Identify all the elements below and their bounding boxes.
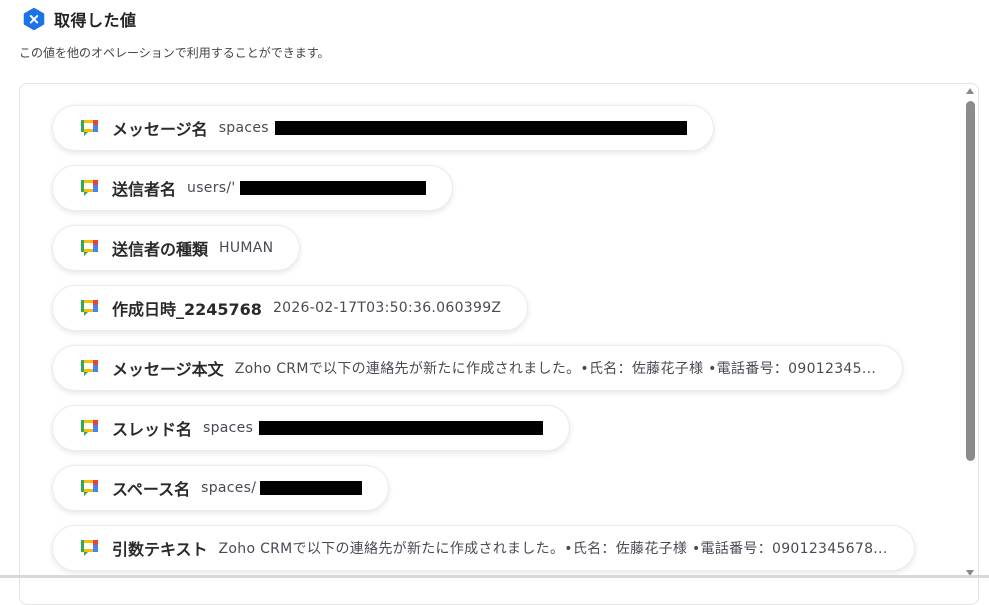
value-text: users/' [187, 180, 236, 196]
values-panel: メッセージ名 spaces 送信者名 users/' 送信者の種類 HUMAN [19, 83, 979, 605]
value-chip-space-name[interactable]: スペース名 spaces/ [52, 465, 390, 511]
value-chip-sender-name[interactable]: 送信者名 users/' [52, 165, 453, 211]
value-chip-argument-text[interactable]: 引数テキスト Zoho CRMで以下の連絡先が新たに作成されました。•氏名：佐藤… [52, 525, 915, 571]
value-text: spaces/ [201, 480, 257, 496]
value-text: 2026-02-17T03:50:36.060399Z [272, 300, 502, 316]
section-header: 取得した値 [22, 7, 137, 31]
value-label: 引数テキスト [112, 540, 208, 559]
value-label: 送信者の種類 [112, 240, 209, 259]
google-chat-icon [81, 120, 98, 136]
value-label: メッセージ名 [112, 120, 208, 139]
section-title: 取得した値 [54, 11, 137, 30]
scrollbar-thumb[interactable] [966, 101, 975, 461]
google-chat-icon [81, 480, 98, 496]
x-badge-icon [23, 7, 45, 31]
redaction-bar [239, 181, 426, 195]
value-text: spaces [218, 120, 269, 136]
google-chat-icon [81, 360, 98, 376]
value-label: スペース名 [112, 480, 191, 499]
google-chat-icon [81, 180, 98, 196]
value-chip-created-at[interactable]: 作成日時_2245768 2026-02-17T03:50:36.060399Z [52, 285, 529, 331]
section-subtitle: この値を他のオペレーションで利用することができます。 [19, 46, 330, 60]
google-chat-icon [81, 240, 98, 256]
value-chip-message-body[interactable]: メッセージ本文 Zoho CRMで以下の連絡先が新たに作成されました。•氏名：佐… [52, 345, 904, 391]
redaction-bar [260, 481, 363, 495]
value-label: 作成日時_2245768 [112, 300, 262, 319]
redaction-bar [274, 121, 687, 135]
redaction-bar [259, 421, 544, 435]
value-label: 送信者名 [112, 180, 177, 199]
value-label: メッセージ本文 [112, 360, 224, 379]
value-text: HUMAN [219, 240, 274, 256]
value-text: Zoho CRMで以下の連絡先が新たに作成されました。•氏名：佐藤花子様 •電話… [234, 361, 877, 377]
value-chip-message-name[interactable]: メッセージ名 spaces [52, 105, 714, 151]
value-label: スレッド名 [112, 420, 193, 439]
google-chat-icon [81, 420, 98, 436]
google-chat-icon [81, 300, 98, 316]
value-text: Zoho CRMで以下の連絡先が新たに作成されました。•氏名：佐藤花子様 •電話… [218, 541, 888, 557]
value-chip-sender-type[interactable]: 送信者の種類 HUMAN [52, 225, 301, 271]
value-text: spaces [203, 420, 254, 436]
google-chat-icon [81, 540, 98, 556]
scroll-up-arrow-icon[interactable] [966, 88, 974, 94]
value-chip-thread-name[interactable]: スレッド名 spaces [52, 405, 571, 451]
